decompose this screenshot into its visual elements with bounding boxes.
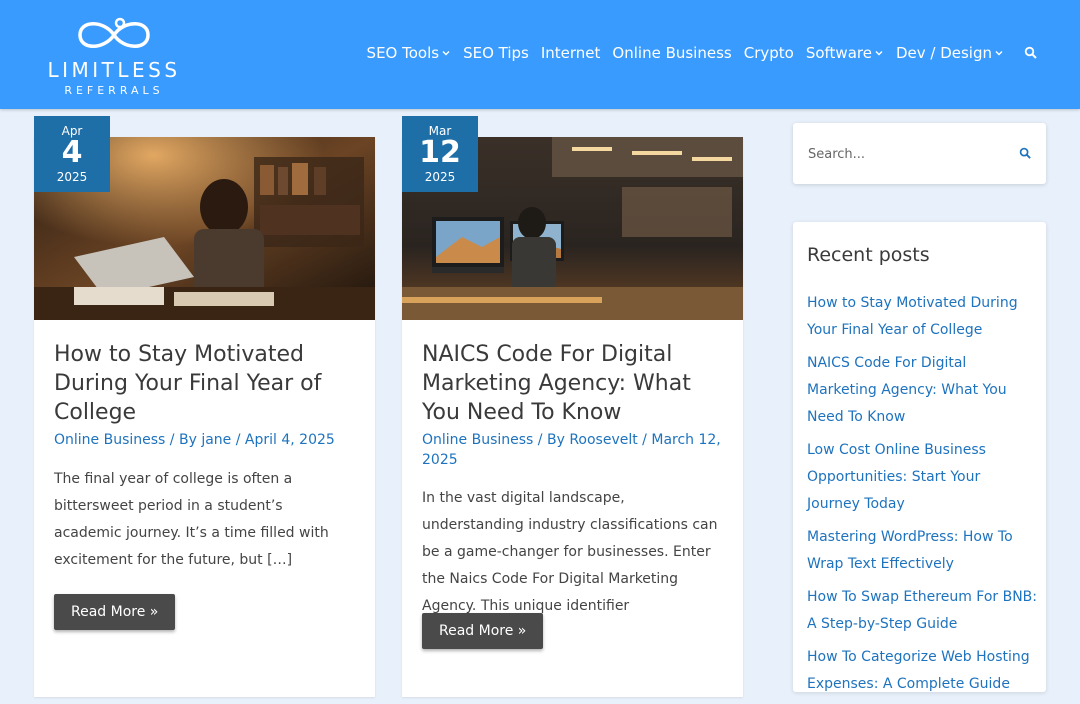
date-year: 2025: [56, 170, 88, 184]
post-title[interactable]: How to Stay Motivated During Your Final …: [54, 340, 354, 427]
main-nav: SEO Tools SEO Tips Internet Online Busin…: [355, 44, 1038, 62]
post-meta-sep: /: [231, 432, 245, 448]
nav-item-crypto[interactable]: Crypto: [744, 44, 794, 62]
date-day: 4: [61, 135, 83, 170]
recent-posts-list: How to Stay Motivated During Your Final …: [807, 290, 1037, 704]
nav-item-label: Crypto: [743, 44, 794, 62]
recent-posts-title: Recent posts: [807, 244, 930, 266]
chevron-down-icon: [442, 51, 450, 56]
post-card: How to Stay Motivated During Your Final …: [34, 137, 375, 697]
brand-subtitle: REFERRALS: [64, 84, 164, 97]
date-badge: Apr 4 2025: [34, 116, 110, 192]
recent-post-link[interactable]: Low Cost Online Business Opportunities: …: [807, 437, 1037, 518]
post-meta-sep: /: [637, 432, 652, 448]
recent-post-link[interactable]: How To Swap Ethereum For BNB: A Step-by-…: [807, 584, 1037, 638]
brand-name: LIMITLESS: [47, 58, 181, 82]
nav-item-label: Dev / Design: [895, 44, 992, 62]
post-meta-by: / By: [165, 432, 202, 448]
date-badge: Mar 12 2025: [402, 116, 478, 192]
nav-item-seo-tips[interactable]: SEO Tips: [463, 44, 529, 62]
nav-item-label: Software: [805, 44, 872, 62]
recent-post-link[interactable]: NAICS Code For Digital Marketing Agency:…: [807, 350, 1037, 431]
nav-item-seo-tools[interactable]: SEO Tools: [367, 44, 452, 62]
post-category-link[interactable]: Online Business: [54, 432, 165, 448]
nav-item-software[interactable]: Software: [806, 44, 884, 62]
post-meta: Online Business / By jane / April 4, 202…: [54, 430, 354, 450]
post-category-link[interactable]: Online Business: [422, 432, 533, 448]
recent-posts-widget: Recent posts How to Stay Motivated Durin…: [793, 222, 1046, 692]
post-excerpt: In the vast digital landscape, understan…: [422, 490, 718, 614]
read-more-button[interactable]: Read More »: [422, 613, 544, 649]
search-icon[interactable]: [1019, 147, 1032, 160]
recent-post-link[interactable]: How to Stay Motivated During Your Final …: [807, 290, 1037, 344]
post-meta-by: / By: [533, 432, 570, 448]
nav-item-internet[interactable]: Internet: [541, 44, 601, 62]
chevron-down-icon: [875, 51, 883, 56]
site-logo[interactable]: LIMITLESS REFERRALS: [36, 14, 196, 100]
nav-item-dev-design[interactable]: Dev / Design: [896, 44, 1004, 62]
post-date: April 4, 2025: [244, 432, 335, 448]
search-input[interactable]: [806, 141, 1010, 167]
post-author-link[interactable]: Roosevelt: [569, 432, 637, 448]
post-meta: Online Business / By Roosevelt / March 1…: [422, 430, 722, 470]
post-excerpt: The final year of college is often a bit…: [54, 471, 329, 568]
date-year: 2025: [424, 170, 456, 184]
nav-item-label: Online Business: [612, 44, 732, 62]
recent-post-link[interactable]: How To Categorize Web Hosting Expenses: …: [807, 644, 1037, 698]
post-title[interactable]: NAICS Code For Digital Marketing Agency:…: [422, 340, 722, 427]
recent-post-link[interactable]: Mastering WordPress: How To Wrap Text Ef…: [807, 524, 1037, 578]
chevron-down-icon: [995, 51, 1003, 56]
sidebar-search-widget: [793, 123, 1046, 184]
nav-item-label: SEO Tips: [463, 44, 529, 62]
infinity-logo-icon: [78, 17, 150, 48]
date-day: 12: [419, 135, 461, 170]
nav-item-label: SEO Tools: [366, 44, 440, 62]
nav-item-online-business[interactable]: Online Business: [612, 44, 731, 62]
site-header: LIMITLESS REFERRALS SEO Tools SEO Tips I…: [0, 0, 1080, 109]
post-author-link[interactable]: jane: [201, 432, 231, 448]
read-more-button[interactable]: Read More »: [54, 594, 176, 630]
post-card: NAICS Code For Digital Marketing Agency:…: [402, 137, 743, 697]
search-icon[interactable]: [1024, 46, 1038, 60]
nav-item-label: Internet: [540, 44, 601, 62]
